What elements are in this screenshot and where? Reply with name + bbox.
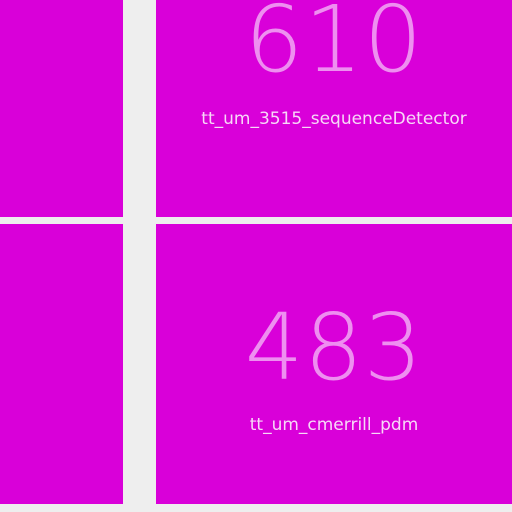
tile-name: 24660481 — [0, 414, 123, 436]
project-tile-top-right[interactable]: 610 tt_um_3515_sequenceDetector — [156, 0, 512, 217]
project-tile-bottom-left[interactable]: 1 24660481 — [0, 224, 123, 504]
tile-count: 610 — [244, 0, 424, 93]
tile-count: 8 — [0, 0, 123, 92]
tile-name: tt_um_3515_sequenceDetector — [201, 109, 467, 129]
tile-count: 483 — [244, 294, 424, 401]
project-tile-top-left[interactable]: 8 66576385 — [0, 0, 123, 217]
tile-name: 66576385 — [0, 108, 123, 130]
project-tile-bottom-right[interactable]: 483 tt_um_cmerrill_pdm — [156, 224, 512, 504]
tile-grid: 8 66576385 610 tt_um_3515_sequenceDetect… — [0, 0, 512, 512]
tile-count: 1 — [0, 296, 123, 400]
tile-name: tt_um_cmerrill_pdm — [249, 415, 419, 435]
